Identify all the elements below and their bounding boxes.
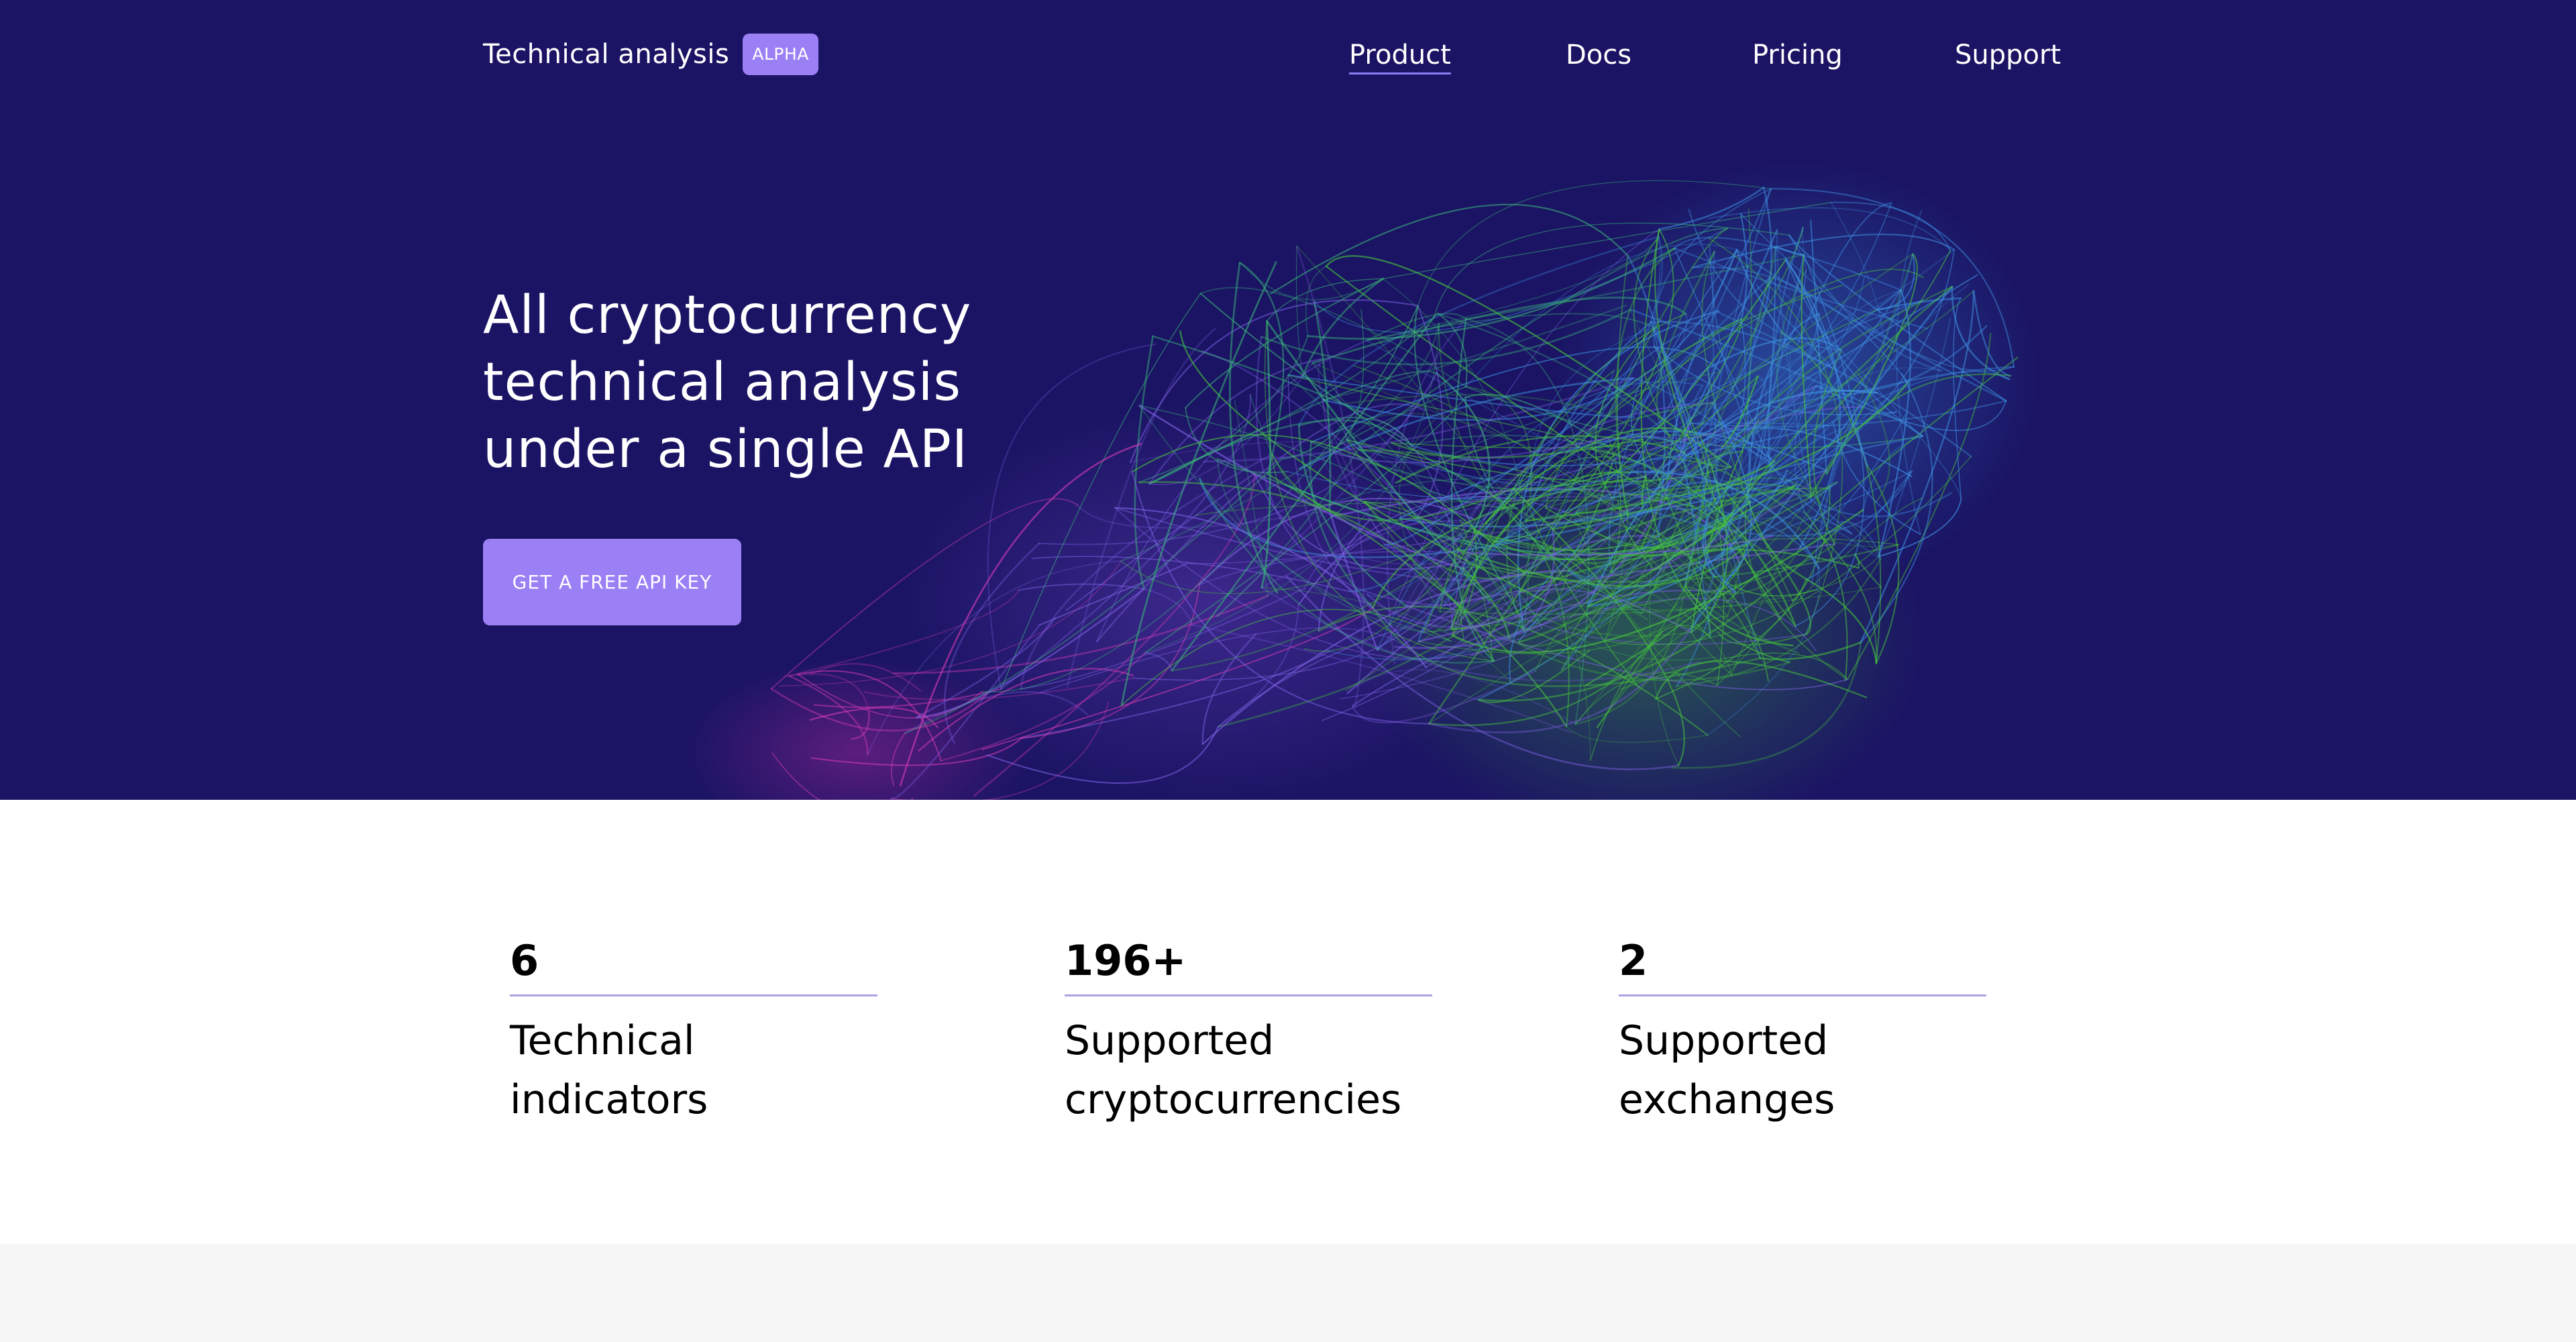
next-section-band bbox=[0, 1244, 2576, 1342]
divider bbox=[510, 994, 877, 996]
stats-section: 6 Technical indicators 196+ Supported cr… bbox=[0, 800, 2576, 1244]
top-navigation: Technical analysis ALPHA Product Docs Pr… bbox=[0, 0, 2576, 107]
divider bbox=[1065, 994, 1432, 996]
headline-line: under a single API bbox=[483, 419, 968, 480]
get-api-key-button[interactable]: GET A FREE API KEY bbox=[483, 539, 741, 625]
stat-value: 196+ bbox=[1065, 936, 1187, 985]
stat-label: Supported cryptocurrencies bbox=[1065, 1017, 1402, 1123]
brand-name[interactable]: Technical analysis bbox=[483, 39, 729, 70]
brand: Technical analysis ALPHA bbox=[483, 34, 818, 75]
stat-label: Technical indicators bbox=[510, 1017, 708, 1123]
stat-value: 2 bbox=[1619, 936, 1648, 985]
divider bbox=[1619, 994, 1986, 996]
stat-value: 6 bbox=[510, 936, 539, 985]
network-graph-illustration bbox=[684, 161, 2039, 800]
hero-headline: All cryptocurrency technical analysis un… bbox=[483, 282, 1087, 483]
headline-line: All cryptocurrency bbox=[483, 285, 972, 346]
stat-supported-exchanges: 2 Supported exchanges bbox=[1619, 934, 1986, 1129]
stat-technical-indicators: 6 Technical indicators bbox=[510, 934, 877, 1129]
alpha-badge: ALPHA bbox=[743, 34, 818, 75]
nav-item-product[interactable]: Product bbox=[1349, 38, 1451, 74]
nav-item-support[interactable]: Support bbox=[1955, 38, 2061, 72]
nav-item-pricing[interactable]: Pricing bbox=[1752, 38, 1843, 72]
nav-item-docs[interactable]: Docs bbox=[1566, 38, 1631, 72]
stat-supported-cryptocurrencies: 196+ Supported cryptocurrencies bbox=[1065, 934, 1432, 1129]
stat-label: Supported exchanges bbox=[1619, 1017, 1835, 1123]
headline-line: technical analysis bbox=[483, 352, 961, 413]
hero-section: Technical analysis ALPHA Product Docs Pr… bbox=[0, 0, 2576, 800]
